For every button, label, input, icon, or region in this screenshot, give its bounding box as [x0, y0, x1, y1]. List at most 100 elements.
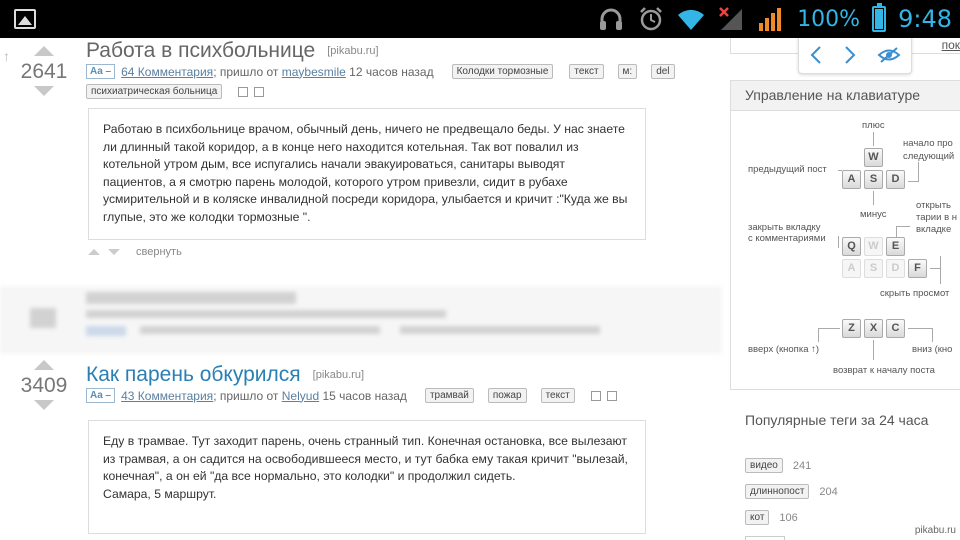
- tag[interactable]: del: [651, 64, 675, 79]
- collapse-link[interactable]: свернуть: [136, 246, 182, 258]
- close-tab-label-2: с комментариями: [748, 233, 826, 244]
- popular-tag-count: 106: [779, 511, 798, 524]
- downvote-icon[interactable]: [34, 400, 54, 410]
- tag[interactable]: Колодки тормозные: [451, 64, 554, 79]
- post-source: [pikabu.ru]: [312, 369, 365, 382]
- image-icon: [14, 9, 36, 29]
- key-z: Z: [842, 319, 861, 338]
- page-content: ↑ 2641 Работа в психбольнице [pikabu.ru] …: [0, 38, 960, 540]
- keyboard-panel-title: Управление на клавиатуре: [731, 81, 960, 111]
- font-size-toggle[interactable]: Aa –: [86, 388, 116, 403]
- popular-tags-title: Популярные теги за 24 часа: [745, 412, 929, 428]
- post-meta: Aa – 64 Комментария; пришло от maybesmil…: [86, 64, 675, 79]
- expand-icon[interactable]: [254, 86, 265, 97]
- collapse-row: свернуть: [88, 246, 182, 258]
- author-link[interactable]: Nelyud: [282, 389, 319, 403]
- vote-block: 3409: [2, 360, 86, 410]
- post-source: [pikabu.ru]: [327, 45, 379, 58]
- expand-icon[interactable]: [606, 390, 617, 401]
- blurred-post: [0, 286, 722, 354]
- key-w: W: [864, 148, 883, 167]
- key-a-dim: A: [842, 259, 861, 278]
- post-time: 15 часов назад: [322, 388, 407, 403]
- start-next-label-1: начало про: [903, 138, 953, 149]
- comments-link[interactable]: 64 Комментария: [121, 65, 213, 79]
- post-navigation: [798, 38, 912, 74]
- post-body: Работаю в психбольнице врачом, обычный д…: [88, 108, 646, 240]
- tag[interactable]: трамвай: [424, 388, 474, 403]
- alarm-icon: [640, 7, 663, 31]
- tag[interactable]: психиатрическая больница: [86, 84, 223, 99]
- post-body: Еду в трамвае. Тут заходит парень, очень…: [88, 420, 646, 534]
- signal-off-icon: [719, 7, 743, 30]
- key-x: X: [864, 319, 883, 338]
- key-e: E: [886, 237, 905, 256]
- comments-link[interactable]: 43 Комментария: [121, 389, 213, 403]
- clock: 9:48: [898, 5, 952, 33]
- post-title-text[interactable]: Как парень обкурился: [86, 363, 301, 386]
- key-d: D: [886, 170, 905, 189]
- post-time: 12 часов назад: [349, 64, 434, 79]
- small-upvote-icon[interactable]: [88, 249, 100, 255]
- signal-icon: [759, 8, 782, 31]
- watermark: pikabu.ru: [914, 525, 956, 536]
- tag[interactable]: пожар: [487, 388, 527, 403]
- key-f: F: [908, 259, 927, 278]
- open-label-3: вкладке: [916, 224, 952, 235]
- up-label: вверх (кнопка ↑): [748, 344, 820, 355]
- hide-view-label: скрыть просмот: [880, 288, 950, 299]
- minus-label: минус: [860, 209, 887, 220]
- battery-icon: [872, 3, 887, 32]
- popular-tag-partial: [745, 536, 785, 540]
- popular-tag[interactable]: видео: [745, 458, 783, 473]
- wifi-icon: [678, 9, 705, 30]
- save-icon[interactable]: [590, 390, 601, 401]
- key-w-dim: W: [864, 237, 883, 256]
- prev-post-label: предыдущий пост: [748, 164, 827, 175]
- save-icon[interactable]: [238, 86, 249, 97]
- status-bar: 100% 9:48: [0, 0, 960, 38]
- top-link[interactable]: пок: [942, 38, 960, 52]
- key-s-dim: S: [864, 259, 883, 278]
- author-link[interactable]: maybesmile: [282, 65, 346, 79]
- chevron-right-icon[interactable]: [843, 45, 857, 65]
- status-icons: 100% 9:48: [597, 3, 952, 34]
- eye-hide-icon[interactable]: [877, 46, 901, 64]
- back-start-label: возврат к началу поста: [833, 365, 935, 376]
- post-meta-row2: психиатрическая больница: [86, 84, 265, 99]
- small-downvote-icon[interactable]: [108, 249, 120, 255]
- open-label-1: открыть: [916, 200, 951, 211]
- post-title[interactable]: Как парень обкурился [pikabu.ru]: [86, 363, 364, 387]
- sent-by-label: ; пришло от: [213, 64, 279, 79]
- upvote-icon[interactable]: [34, 46, 54, 56]
- popular-tag[interactable]: кот: [745, 510, 770, 525]
- post-text: Еду в трамвае. Тут заходит парень, очень…: [103, 434, 628, 483]
- headphones-icon: [600, 8, 623, 30]
- popular-tag[interactable]: длиннопост: [745, 484, 810, 499]
- key-q: Q: [842, 237, 861, 256]
- popular-tag-row: длиннопост 204: [745, 484, 838, 499]
- tag[interactable]: текст: [569, 64, 604, 79]
- chevron-left-icon[interactable]: [809, 45, 823, 65]
- rating: 2641: [20, 60, 68, 83]
- sent-by-label: ; пришло от: [213, 388, 279, 403]
- font-size-toggle[interactable]: Aa –: [86, 64, 116, 79]
- downvote-icon[interactable]: [34, 86, 54, 96]
- close-tab-label-1: закрыть вкладку: [748, 222, 821, 233]
- post-text-line: Самара, 5 маршрут.: [103, 486, 217, 501]
- post-text: Работаю в психбольнице врачом, обычный д…: [103, 122, 628, 224]
- vote-block: 2641: [2, 46, 86, 96]
- post-meta: Aa – 43 Комментария; пришло от Nelyud 15…: [86, 388, 617, 403]
- post-title-text[interactable]: Работа в психбольнице: [86, 39, 315, 62]
- start-next-label-2: следующий: [903, 151, 955, 162]
- plus-label: плюс: [862, 120, 885, 131]
- popular-tag-row: видео 241: [745, 458, 811, 473]
- open-label-2: тарии в н: [916, 212, 957, 223]
- post-title[interactable]: Работа в психбольнице [pikabu.ru]: [86, 39, 379, 63]
- tag[interactable]: м:: [617, 64, 638, 79]
- popular-tag-row: кот 106: [745, 510, 798, 525]
- upvote-icon[interactable]: [34, 360, 54, 370]
- popular-tag-count: 204: [819, 485, 838, 498]
- tag[interactable]: текст: [540, 388, 575, 403]
- battery-percent: 100%: [797, 6, 861, 32]
